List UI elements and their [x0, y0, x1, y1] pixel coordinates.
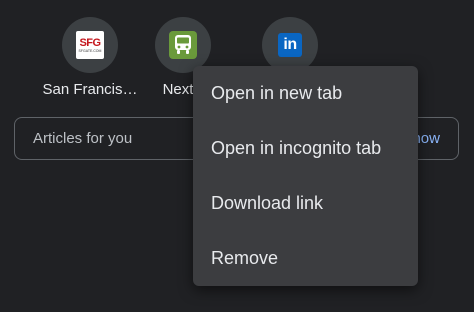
articles-for-you-label: Articles for you [33, 130, 133, 147]
context-menu: Open in new tab Open in incognito tab Do… [193, 66, 418, 286]
shortcut-tile-circle: SFG SFGATE.COM [62, 17, 118, 73]
new-tab-page: SFG SFGATE.COM San Francis… NextB in Art… [0, 0, 474, 312]
sfgate-logo-subtext: SFGATE.COM [78, 48, 102, 53]
nextbus-logo-icon [169, 31, 197, 59]
linkedin-logo-icon: in [278, 33, 302, 57]
sfgate-logo-icon: SFG SFGATE.COM [76, 31, 104, 59]
menu-item-download-link[interactable]: Download link [193, 176, 418, 231]
shortcut-tile-circle [155, 17, 211, 73]
menu-item-open-new-tab[interactable]: Open in new tab [193, 66, 418, 121]
menu-item-open-incognito-tab[interactable]: Open in incognito tab [193, 121, 418, 176]
sfgate-logo-text: SFG [79, 36, 101, 49]
bus-icon [175, 35, 191, 54]
menu-item-remove[interactable]: Remove [193, 231, 418, 286]
shortcut-tile-circle: in [262, 17, 318, 73]
shortcut-tile-linkedin[interactable]: in [230, 17, 350, 73]
